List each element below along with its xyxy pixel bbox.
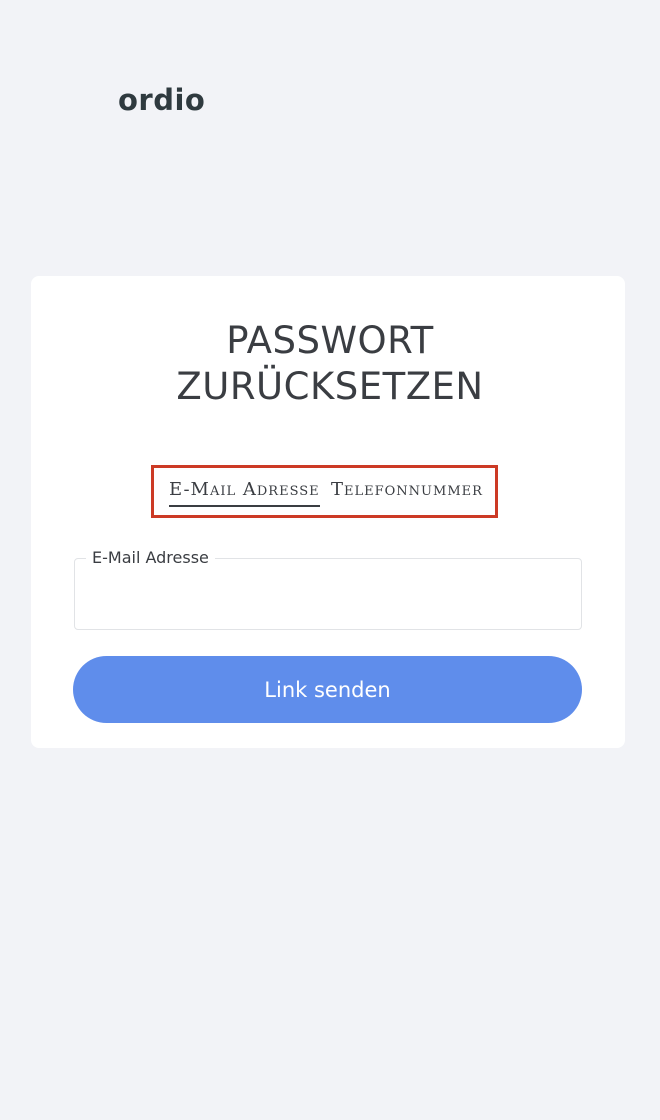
send-link-button[interactable]: Link senden: [73, 656, 582, 723]
ordio-logo[interactable]: ordio: [118, 80, 205, 120]
title-line-2: ZURÜCKSETZEN: [176, 365, 484, 408]
tab-email-address[interactable]: E-Mail Adresse: [169, 479, 320, 507]
email-input[interactable]: [91, 575, 565, 615]
email-field-label: E-Mail Adresse: [86, 547, 215, 569]
tab-phone-number[interactable]: Telefonnummer: [331, 479, 483, 501]
page: { "brand": { "logo_text": "ordio" }, "re…: [0, 0, 660, 1120]
page-title: PASSWORT ZURÜCKSETZEN: [0, 318, 660, 410]
title-line-1: PASSWORT: [226, 319, 434, 362]
